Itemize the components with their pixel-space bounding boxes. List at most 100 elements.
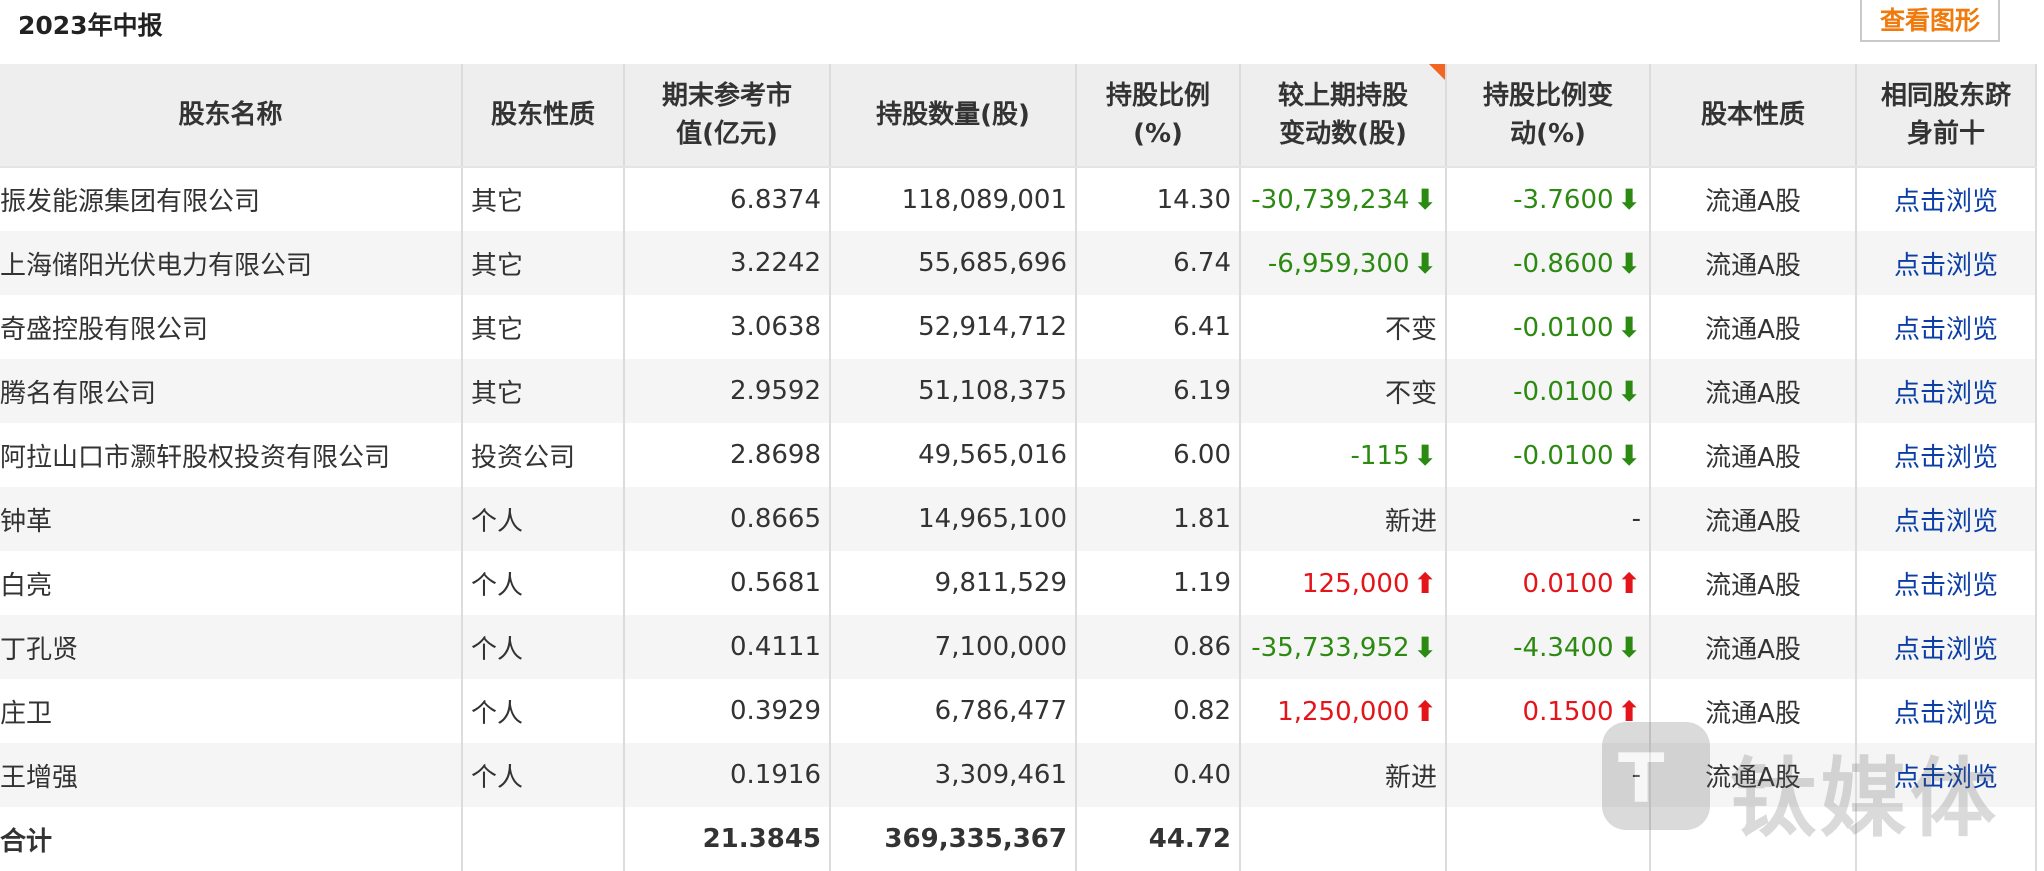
up-arrow-icon: ⬆ (1617, 566, 1641, 600)
share-change-cell: 新进 (1239, 743, 1447, 807)
share-count-cell: 52,914,712 (829, 295, 1077, 359)
browse-link-text[interactable]: 点击浏览 (1894, 571, 1998, 601)
holder-name-cell-text: 庄卫 (0, 698, 53, 729)
total-label-text: 合计 (0, 826, 53, 857)
down-arrow-icon: ⬇ (1617, 374, 1641, 408)
share-ratio-cell: 6.74 (1075, 231, 1241, 295)
holder-type-cell-text: 个人 (471, 506, 524, 537)
share-change-cell: 1,250,000 ⬆ (1239, 679, 1447, 743)
market-value-cell: 2.9592 (623, 359, 831, 423)
total-market-value-text: 21.3845 (702, 824, 821, 854)
holder-name-cell-text: 腾名有限公司 (0, 378, 157, 409)
share-nature-cell-text: 流通A股 (1705, 570, 1801, 601)
column-header-value: 期末参考市 值(亿元) (623, 64, 831, 168)
holder-name-cell: 振发能源集团有限公司 (0, 167, 463, 231)
browse-link-text[interactable]: 点击浏览 (1894, 251, 1998, 281)
holder-type-cell-text: 个人 (471, 570, 524, 601)
report-header: 2023年中报 查看图形 (0, 0, 2044, 64)
ratio-change-cell: -3.7600 ⬇ (1445, 167, 1651, 231)
browse-link: 点击浏览 (1855, 167, 2037, 231)
market-value-cell-text: 3.0638 (730, 312, 821, 342)
share-ratio-cell-text: 6.19 (1173, 376, 1231, 406)
ratio-change-cell-value: -0.0100 (1513, 376, 1614, 407)
share-nature-cell: 流通A股 (1649, 167, 1857, 231)
share-nature-cell: 流通A股 (1649, 359, 1857, 423)
share-nature-cell: 流通A股 (1649, 551, 1857, 615)
market-value-cell-text: 0.5681 (730, 568, 821, 598)
share-ratio-cell-text: 0.40 (1173, 760, 1231, 790)
share-count-cell: 7,100,000 (829, 615, 1077, 679)
holder-name-cell-text: 阿拉山口市灏轩股权投资有限公司 (0, 442, 391, 473)
share-change-cell: 不变 (1239, 359, 1447, 423)
share-count-cell: 9,811,529 (829, 551, 1077, 615)
holder-name-cell-text: 钟革 (0, 506, 53, 537)
browse-link-text[interactable]: 点击浏览 (1894, 507, 1998, 537)
browse-link-text[interactable]: 点击浏览 (1894, 187, 1998, 217)
ratio-change-cell-value: -0.8600 (1513, 248, 1614, 279)
column-header-nature: 股本性质 (1649, 64, 1857, 168)
holder-name-cell: 腾名有限公司 (0, 359, 463, 423)
market-value-cell: 0.8665 (623, 487, 831, 551)
share-ratio-cell-text: 14.30 (1156, 184, 1231, 215)
share-change-cell: 不变 (1239, 295, 1447, 359)
browse-link: 点击浏览 (1855, 743, 2037, 807)
share-ratio-cell: 6.00 (1075, 423, 1241, 487)
holder-name-cell: 阿拉山口市灏轩股权投资有限公司 (0, 423, 463, 487)
holder-name-cell: 上海储阳光伏电力有限公司 (0, 231, 463, 295)
browse-link-text[interactable]: 点击浏览 (1894, 635, 1998, 665)
down-arrow-icon: ⬇ (1617, 630, 1641, 664)
share-change-cell-value: -6,959,300 (1267, 248, 1410, 279)
down-arrow-icon: ⬇ (1617, 246, 1641, 280)
share-count-cell: 3,309,461 (829, 743, 1077, 807)
share-ratio-cell-text: 1.81 (1173, 504, 1231, 534)
share-count-cell: 51,108,375 (829, 359, 1077, 423)
table-row: 振发能源集团有限公司 其它 6.8374 118,089,001 14.30 -30,73… (0, 167, 2037, 231)
browse-link-text[interactable]: 点击浏览 (1894, 315, 1998, 345)
table-row: 丁孔贤 个人 0.4111 7,100,000 0.86 -35,733,952 ⬇ -4.3… (0, 615, 2037, 679)
share-ratio-cell: 0.86 (1075, 615, 1241, 679)
share-change-cell: 新进 (1239, 487, 1447, 551)
ratio-change-cell: -0.0100 ⬇ (1445, 359, 1651, 423)
share-count-cell: 49,565,016 (829, 423, 1077, 487)
down-arrow-icon: ⬇ (1413, 438, 1437, 472)
holder-type-cell: 个人 (461, 487, 625, 551)
share-ratio-cell-text: 6.74 (1173, 248, 1231, 278)
share-count-cell-text: 55,685,696 (918, 248, 1067, 278)
table-row: 王增强 个人 0.1916 3,309,461 0.40 新进 - 流通A股 点击浏览 (0, 743, 2037, 807)
table-row: 阿拉山口市灏轩股权投资有限公司 投资公司 2.8698 49,565,016 6.00-… (0, 423, 2037, 487)
ratio-change-cell-value: -4.3400 (1513, 632, 1614, 663)
share-count-cell-text: 7,100,000 (934, 632, 1067, 662)
share-nature-cell-text: 流通A股 (1705, 314, 1801, 345)
holder-type-cell: 其它 (461, 231, 625, 295)
corner-flag-icon (1429, 64, 1445, 80)
share-ratio-cell: 1.81 (1075, 487, 1241, 551)
browse-link-text[interactable]: 点击浏览 (1894, 443, 1998, 473)
table-row: 庄卫 个人 0.3929 6,786,477 0.82 1,250,000 ⬆ 0.1500 ⬆… (0, 679, 2037, 743)
market-value-cell-text: 2.8698 (730, 440, 821, 470)
down-arrow-icon: ⬇ (1413, 183, 1437, 216)
browse-link-text[interactable]: 点击浏览 (1894, 763, 1998, 793)
market-value-cell: 0.1916 (623, 743, 831, 807)
view-chart-button[interactable]: 查看图形 (1860, 0, 2000, 42)
total-label: 合计 (0, 807, 463, 871)
share-change-cell: -30,739,234 ⬇ (1239, 167, 1447, 231)
share-change-cell: -115 ⬇ (1239, 423, 1447, 487)
browse-link-text[interactable]: 点击浏览 (1894, 699, 1998, 729)
share-change-cell: -35,733,952 ⬇ (1239, 615, 1447, 679)
share-nature-cell: 流通A股 (1649, 487, 1857, 551)
share-nature-cell: 流通A股 (1649, 743, 1857, 807)
holder-type-cell: 其它 (461, 359, 625, 423)
top-shareholders-table: 股东名称 股东性质 期末参考市 值(亿元) 持股数量(股) 持股比例 (%) 较上期持股 变动数… (0, 64, 2037, 871)
total-empty-type (461, 807, 625, 871)
share-nature-cell-text: 流通A股 (1705, 506, 1801, 537)
market-value-cell: 2.8698 (623, 423, 831, 487)
holder-name-cell-text: 奇盛控股有限公司 (0, 314, 209, 345)
share-count-cell-text: 3,309,461 (934, 760, 1067, 790)
holder-type-cell: 个人 (461, 551, 625, 615)
browse-link-text[interactable]: 点击浏览 (1894, 379, 1998, 409)
share-count-cell-text: 14,965,100 (918, 504, 1067, 534)
down-arrow-icon: ⬇ (1413, 630, 1437, 664)
share-change-cell-value: 125,000 (1302, 568, 1410, 599)
share-change-cell-value: -30,739,234 (1251, 185, 1410, 215)
ratio-change-cell: 0.0100 ⬆ (1445, 551, 1651, 615)
